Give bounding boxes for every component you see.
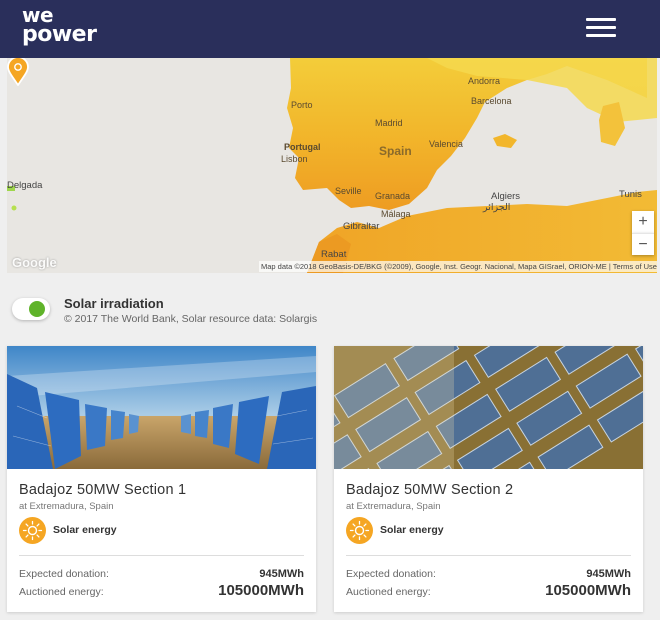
map-label-valencia: Valencia bbox=[429, 139, 463, 149]
map-label-spain: Spain bbox=[379, 144, 412, 158]
map-label-lisbon: Lisbon bbox=[281, 154, 308, 164]
map-label-algiers-arabic: الجزائر bbox=[483, 202, 511, 213]
expected-donation-value: 945MWh bbox=[586, 568, 631, 580]
map-label-seville: Seville bbox=[335, 186, 362, 196]
card-divider bbox=[346, 555, 631, 556]
map-label-barcelona: Barcelona bbox=[471, 96, 512, 106]
expected-donation-value: 945MWh bbox=[259, 568, 304, 580]
project-location: at Extremadura, Spain bbox=[19, 501, 114, 512]
project-card[interactable]: Badajoz 50MW Section 2 at Extremadura, S… bbox=[334, 346, 643, 612]
energy-type: Solar energy bbox=[380, 524, 444, 536]
project-photo bbox=[7, 346, 316, 469]
map-terrain bbox=[7, 58, 657, 273]
layer-credit: © 2017 The World Bank, Solar resource da… bbox=[64, 313, 318, 325]
map-label-madrid: Madrid bbox=[375, 118, 403, 128]
map-label-porto: Porto bbox=[291, 100, 313, 110]
sun-icon bbox=[346, 517, 373, 544]
map-label-granada: Granada bbox=[375, 191, 411, 201]
solar-map[interactable]: Andorra Porto Barcelona Madrid Portugal … bbox=[7, 58, 657, 273]
logo-line-power: power bbox=[22, 22, 97, 47]
map-label-tunis: Tunis bbox=[619, 189, 642, 200]
menu-bar-top bbox=[586, 18, 616, 21]
menu-bar-bottom bbox=[586, 34, 616, 37]
solar-pin-icon[interactable] bbox=[7, 58, 29, 86]
energy-type: Solar energy bbox=[53, 524, 117, 536]
auctioned-energy-label: Auctioned energy: bbox=[346, 586, 431, 598]
map-label-portugal: Portugal bbox=[284, 142, 321, 152]
map-attribution[interactable]: Map data ©2018 GeoBasis-DE/BKG (©2009), … bbox=[259, 261, 657, 272]
wepower-logo[interactable]: we power bbox=[22, 5, 97, 47]
map-label-gibraltar: Gibraltar bbox=[343, 221, 380, 232]
project-name[interactable]: Badajoz 50MW Section 2 bbox=[346, 482, 513, 498]
solar-irradiation-toggle[interactable] bbox=[12, 298, 50, 320]
toggle-knob bbox=[29, 301, 45, 317]
map-label-algiers: Algiers bbox=[491, 191, 521, 202]
auctioned-energy-value: 105000MWh bbox=[545, 582, 631, 599]
top-navigation-bar: we power bbox=[0, 0, 660, 58]
map-label-ponta-delgada: Delgada bbox=[7, 180, 43, 191]
project-location: at Extremadura, Spain bbox=[346, 501, 441, 512]
hamburger-icon[interactable] bbox=[586, 18, 616, 38]
expected-donation-label: Expected donation: bbox=[19, 568, 109, 580]
auctioned-energy-value: 105000MWh bbox=[218, 582, 304, 599]
zoom-out-button[interactable]: − bbox=[632, 233, 654, 255]
auctioned-energy-label: Auctioned energy: bbox=[19, 586, 104, 598]
map-label-andorra: Andorra bbox=[468, 76, 501, 86]
sun-icon bbox=[19, 517, 46, 544]
zoom-in-button[interactable]: + bbox=[632, 211, 654, 233]
project-photo bbox=[334, 346, 643, 469]
map-label-rabat: Rabat bbox=[321, 249, 347, 260]
map-label-malaga: Málaga bbox=[381, 209, 411, 219]
card-divider bbox=[19, 555, 304, 556]
project-name[interactable]: Badajoz 50MW Section 1 bbox=[19, 482, 186, 498]
expected-donation-label: Expected donation: bbox=[346, 568, 436, 580]
project-card[interactable]: Badajoz 50MW Section 1 at Extremadura, S… bbox=[7, 346, 316, 612]
menu-bar-middle bbox=[586, 26, 616, 29]
google-logo[interactable]: Google bbox=[12, 255, 57, 270]
layer-title: Solar irradiation bbox=[64, 296, 164, 311]
